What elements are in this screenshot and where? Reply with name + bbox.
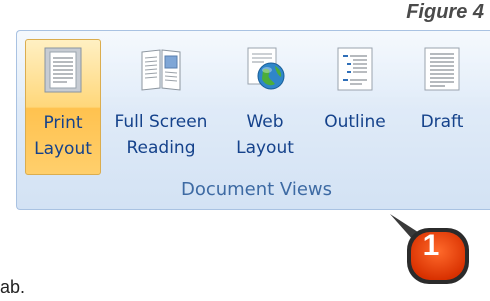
web-layout-button[interactable]: Web Layout <box>227 39 303 175</box>
document-views-ribbon-group: Print Layout Full Screen Reading Web Lay… <box>16 30 490 210</box>
print-layout-label-line2: Layout <box>34 139 92 159</box>
full-screen-reading-label-line1: Full Screen <box>114 112 208 132</box>
full-screen-reading-button[interactable]: Full Screen Reading <box>105 39 217 175</box>
figure-label: Figure 4 <box>406 1 484 23</box>
outline-button[interactable]: Outline <box>313 39 397 175</box>
group-label: Document Views <box>180 179 333 200</box>
print-layout-label-line1: Print <box>43 113 83 133</box>
outline-icon <box>334 46 376 92</box>
outline-label: Outline <box>324 112 386 132</box>
callout-number: 1 <box>422 229 440 262</box>
print-layout-icon <box>42 47 84 93</box>
draft-label: Draft <box>420 112 464 132</box>
web-layout-label-line2: Layout <box>236 138 294 158</box>
draft-button[interactable]: Draft <box>407 39 477 175</box>
footer-text: ab. <box>0 277 26 297</box>
full-screen-reading-icon <box>140 46 182 92</box>
draft-icon <box>421 46 463 92</box>
print-layout-button[interactable]: Print Layout <box>25 39 101 175</box>
full-screen-reading-label-line2: Reading <box>126 138 196 158</box>
web-layout-label-line1: Web <box>246 112 284 132</box>
web-layout-icon <box>244 46 286 92</box>
